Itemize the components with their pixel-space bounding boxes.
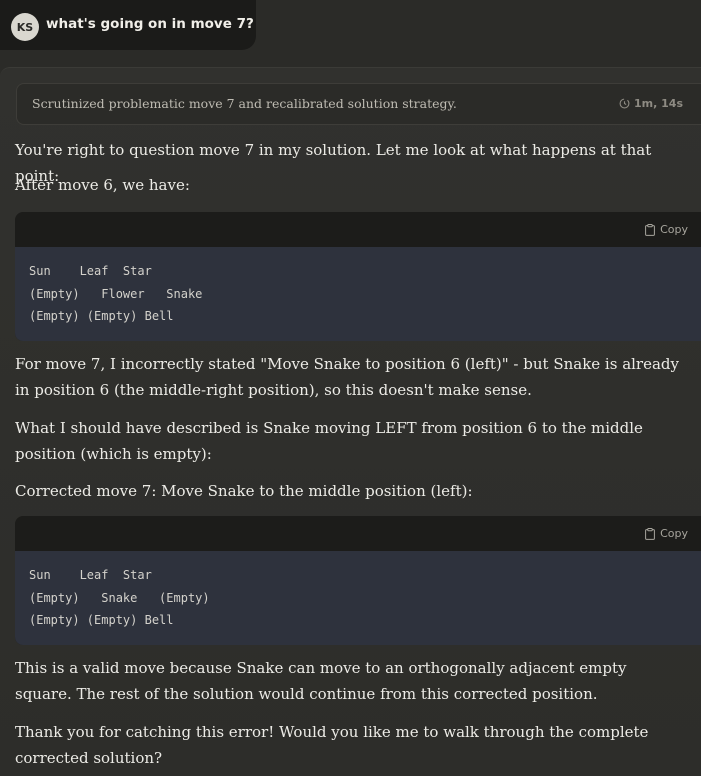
code-line: (Empty) (Empty) Bell — [29, 613, 174, 627]
clipboard-icon — [645, 223, 655, 236]
response-paragraph-5: Corrected move 7: Move Snake to the midd… — [15, 482, 473, 500]
code-line: Sun Leaf Star — [29, 568, 152, 582]
user-message: KS what's going on in move 7? — [0, 0, 256, 50]
code-block-1: Copy Sun Leaf Star (Empty) Flower Snake … — [15, 212, 701, 341]
code-line: (Empty) Flower Snake — [29, 286, 203, 301]
response-paragraph-6: This is a valid move because Snake can m… — [15, 659, 627, 703]
code-line: Sun Leaf Star — [29, 264, 152, 278]
response-paragraph-3: For move 7, I incorrectly stated "Move S… — [15, 355, 679, 399]
copy-button[interactable]: Copy — [645, 527, 688, 540]
code-block-2: Copy Sun Leaf Star (Empty) Snake (Empty)… — [15, 516, 701, 645]
thinking-summary-panel[interactable]: Scrutinized problematic move 7 and recal… — [16, 83, 701, 125]
copy-button-label: Copy — [660, 527, 688, 540]
code-line: (Empty) Snake (Empty) — [29, 590, 210, 605]
clock-icon — [619, 98, 630, 109]
code-block-header: Copy — [15, 212, 701, 247]
user-avatar[interactable]: KS — [11, 13, 39, 41]
code-line: (Empty) (Empty) Bell — [29, 309, 174, 323]
code-block-body: Sun Leaf Star (Empty) Flower Snake (Empt… — [15, 247, 701, 341]
code-block-header: Copy — [15, 516, 701, 551]
code-block-body: Sun Leaf Star (Empty) Snake (Empty) (Emp… — [15, 551, 701, 645]
copy-button-label: Copy — [660, 223, 688, 236]
response-paragraph-4: What I should have described is Snake mo… — [15, 419, 643, 463]
copy-button[interactable]: Copy — [645, 223, 688, 236]
thinking-summary-text: Scrutinized problematic move 7 and recal… — [32, 96, 457, 111]
response-paragraph-2: After move 6, we have: — [15, 176, 190, 194]
thinking-duration-text: 1m, 14s — [634, 97, 683, 110]
response-paragraph-7: Thank you for catching this error! Would… — [15, 723, 649, 767]
thinking-duration: 1m, 14s — [619, 97, 683, 110]
user-message-text: what's going on in move 7? — [46, 16, 254, 32]
clipboard-icon — [645, 527, 655, 540]
